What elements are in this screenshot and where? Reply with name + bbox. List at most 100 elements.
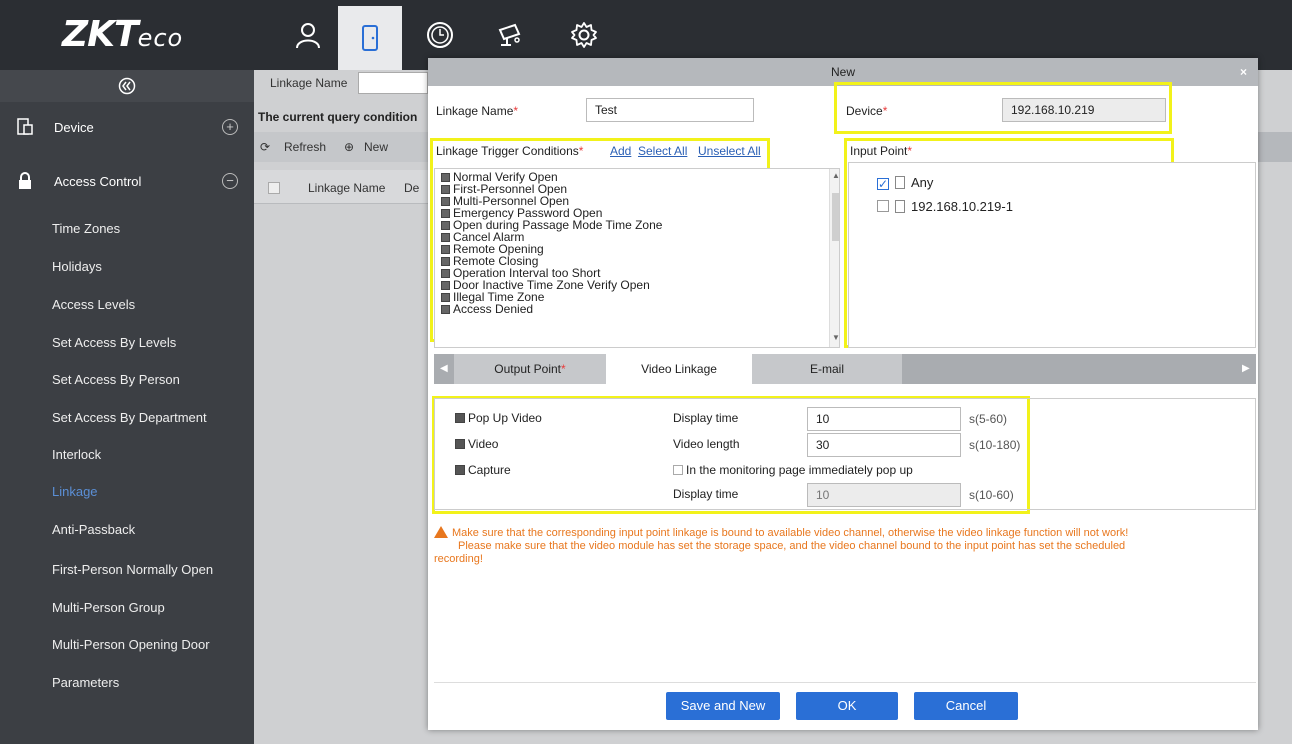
input-point-item[interactable]: 192.168.10.219-1	[877, 199, 1013, 214]
checkbox-checked[interactable]	[441, 269, 450, 278]
trigger-list-scrollbar[interactable]: ▲ ▼	[829, 169, 839, 347]
table-header: Linkage Name De	[254, 170, 428, 204]
document-icon	[895, 176, 905, 189]
checkbox-checked[interactable]	[455, 439, 465, 449]
capture-display-time-label: Display time	[673, 487, 739, 501]
collapse-section-icon[interactable]: −	[222, 173, 238, 189]
checkbox-checked[interactable]: ✓	[877, 178, 889, 190]
close-icon[interactable]: ×	[1240, 65, 1247, 79]
refresh-button[interactable]: Refresh	[284, 140, 326, 154]
linkage-tabs: ◀ Output Point* Video Linkage E-mail ▶	[434, 354, 1256, 384]
checkbox-checked[interactable]	[441, 173, 450, 182]
popup-video-option[interactable]: Pop Up Video	[455, 411, 542, 425]
trigger-conditions-list: Normal Verify Open First-Personnel Open …	[434, 168, 840, 348]
video-length-range: s(10-180)	[969, 438, 1021, 452]
scroll-up-icon[interactable]: ▲	[832, 171, 839, 180]
query-linkage-name-input[interactable]	[358, 72, 428, 94]
unselect-all-link[interactable]: Unselect All	[698, 144, 761, 158]
new-icon: ⊕	[344, 140, 355, 154]
tab-video-linkage[interactable]: Video Linkage	[606, 354, 752, 384]
sidebar-section-label: Device	[54, 119, 94, 135]
sidebar-item-set-access-by-department[interactable]: Set Access By Department	[52, 410, 207, 425]
sidebar-item-linkage[interactable]: Linkage	[52, 484, 98, 499]
checkbox-checked[interactable]	[441, 245, 450, 254]
input-point-any[interactable]: ✓ Any	[877, 175, 933, 190]
expand-icon[interactable]: +	[222, 119, 238, 135]
ok-button[interactable]: OK	[796, 692, 898, 720]
checkbox-checked[interactable]	[441, 281, 450, 290]
query-linkage-name-label: Linkage Name	[270, 76, 348, 90]
sidebar-item-set-access-by-person[interactable]: Set Access By Person	[52, 372, 180, 387]
video-length-input[interactable]: 30	[807, 433, 961, 457]
save-and-new-button[interactable]: Save and New	[666, 692, 780, 720]
checkbox-checked[interactable]	[441, 305, 450, 314]
capture-display-time-input[interactable]: 10	[807, 483, 961, 507]
sidebar-item-multi-person-group[interactable]: Multi-Person Group	[52, 600, 165, 615]
sidebar-collapse-button[interactable]	[0, 70, 254, 102]
nav-access-control[interactable]	[338, 6, 402, 70]
checkbox-checked[interactable]	[441, 221, 450, 230]
linkage-name-label: Linkage Name*	[436, 104, 519, 118]
door-icon	[362, 25, 378, 51]
sidebar-section-device[interactable]: Device +	[0, 110, 254, 144]
device-field[interactable]: 192.168.10.219	[1002, 98, 1166, 122]
display-time-input[interactable]: 10	[807, 407, 961, 431]
sidebar-item-set-access-by-levels[interactable]: Set Access By Levels	[52, 335, 176, 350]
clock-icon	[427, 22, 453, 48]
sidebar-item-multi-person-opening-door[interactable]: Multi-Person Opening Door	[52, 637, 210, 652]
add-link[interactable]: Add	[610, 144, 631, 158]
video-option[interactable]: Video	[455, 437, 498, 451]
tab-output-point[interactable]: Output Point*	[454, 354, 606, 384]
checkbox-checked[interactable]	[441, 185, 450, 194]
tab-next-icon[interactable]: ▶	[1242, 363, 1250, 374]
sidebar-item-interlock[interactable]: Interlock	[52, 447, 101, 462]
display-time-range: s(5-60)	[969, 412, 1008, 426]
gear-icon	[571, 22, 597, 48]
warning-icon	[434, 526, 448, 538]
sidebar-item-holidays[interactable]: Holidays	[52, 259, 102, 274]
select-all-link[interactable]: Select All	[638, 144, 687, 158]
monitor-popup-option[interactable]: In the monitoring page immediately pop u…	[673, 463, 913, 477]
linkage-name-input[interactable]: Test	[586, 98, 754, 122]
checkbox-checked[interactable]	[441, 197, 450, 206]
checkbox-checked[interactable]	[455, 465, 465, 475]
document-icon	[895, 200, 905, 213]
person-icon	[296, 23, 320, 49]
sidebar-item-time-zones[interactable]: Time Zones	[52, 221, 120, 236]
sidebar-section-access-control[interactable]: Access Control −	[0, 164, 254, 198]
checkbox-unchecked[interactable]	[877, 200, 889, 212]
scroll-down-icon[interactable]: ▼	[832, 333, 839, 342]
sidebar: Device + Access Control − Time Zones Hol…	[0, 70, 254, 744]
sidebar-item-first-person-normally-open[interactable]: First-Person Normally Open	[52, 562, 213, 577]
background-toolbar: ⟳ Refresh ⊕ New	[254, 132, 428, 162]
sidebar-item-anti-passback[interactable]: Anti-Passback	[52, 522, 135, 537]
device-label: Device*	[846, 104, 888, 118]
checkbox-checked[interactable]	[455, 413, 465, 423]
checkbox-checked[interactable]	[441, 257, 450, 266]
lock-icon	[19, 172, 31, 189]
trigger-item[interactable]: Access Denied	[441, 303, 533, 315]
new-button[interactable]: New	[364, 140, 388, 154]
checkbox-checked[interactable]	[441, 209, 450, 218]
select-all-checkbox[interactable]	[268, 182, 280, 194]
checkbox-unchecked[interactable]	[673, 465, 683, 475]
sidebar-item-access-levels[interactable]: Access Levels	[52, 297, 135, 312]
scroll-thumb[interactable]	[832, 193, 839, 241]
trigger-conditions-label: Linkage Trigger Conditions*	[436, 144, 584, 158]
camera-icon	[498, 23, 521, 46]
refresh-icon: ⟳	[260, 140, 271, 154]
sidebar-item-parameters[interactable]: Parameters	[52, 675, 119, 690]
nav-personnel[interactable]	[276, 0, 340, 70]
current-query-condition: The current query condition	[258, 110, 418, 124]
new-linkage-dialog: New × Linkage Name* Test Device* 192.168…	[428, 58, 1258, 730]
zkteco-logo: ZKTeco	[62, 14, 184, 55]
collapse-icon	[118, 77, 136, 95]
cancel-button[interactable]: Cancel	[914, 692, 1018, 720]
sidebar-section-label: Access Control	[54, 173, 142, 189]
capture-option[interactable]: Capture	[455, 463, 511, 477]
tab-email[interactable]: E-mail	[752, 354, 902, 384]
video-length-label: Video length	[673, 437, 740, 451]
checkbox-checked[interactable]	[441, 293, 450, 302]
tab-prev-icon[interactable]: ◀	[440, 363, 448, 374]
checkbox-checked[interactable]	[441, 233, 450, 242]
